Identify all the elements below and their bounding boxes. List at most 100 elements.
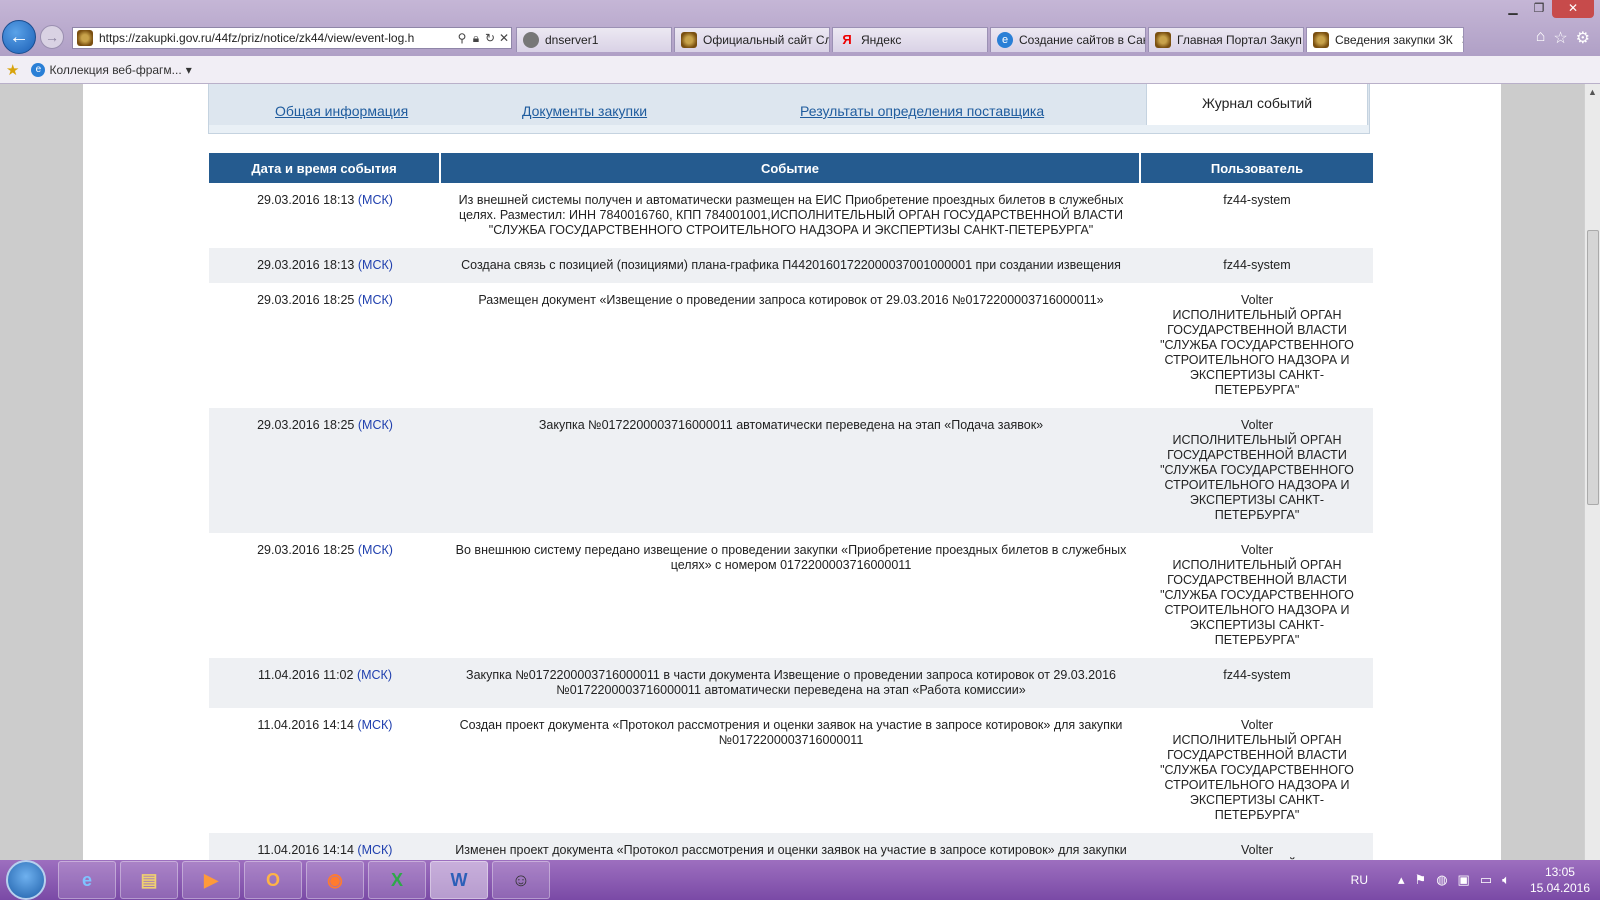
tray-expand-icon[interactable]: ▴ — [1398, 872, 1405, 888]
event-date: 29.03.2016 18:25 (МСК) — [209, 293, 441, 398]
event-log-table: Дата и время события Событие Пользовател… — [209, 153, 1373, 860]
tab-yandex[interactable]: Я Яндекс — [832, 27, 988, 52]
event-user: Volter ИСПОЛНИТЕЛЬНЫЙ ОРГАН ГОСУДАРСТВЕН… — [1160, 293, 1354, 397]
tab-label: dnserver1 — [545, 33, 599, 47]
browser-tabs: dnserver1 Официальный сайт Сл... Я Яндекс… — [516, 27, 1466, 52]
tab-documents[interactable]: Документы закупки — [522, 103, 647, 119]
favorites-bar: ★ e Коллекция веб-фрагм... ▾ — [0, 56, 1600, 84]
event-text: Создана связь с позицией (позициями) пла… — [461, 258, 1121, 272]
forward-arrow-icon[interactable]: → — [40, 25, 64, 49]
event-user: fz44-system — [1223, 193, 1291, 207]
tab-official-site[interactable]: Официальный сайт Сл... — [674, 27, 830, 52]
header-event: Событие — [441, 153, 1141, 183]
event-date-text: 29.03.2016 18:25 — [257, 418, 355, 432]
web-slice-gallery[interactable]: e Коллекция веб-фрагм... ▾ — [27, 62, 192, 77]
event-date-text: 29.03.2016 18:13 — [257, 258, 355, 272]
tab-label: Яндекс — [861, 33, 902, 47]
scroll-up-icon[interactable]: ▲ — [1585, 84, 1600, 100]
ie-icon: e — [997, 32, 1013, 48]
favorites-star-icon[interactable]: ★ — [6, 61, 19, 79]
server-icon — [523, 32, 539, 48]
back-arrow-icon[interactable]: ← — [2, 20, 36, 54]
event-date: 11.04.2016 14:14 (МСК) — [209, 843, 441, 860]
clock[interactable]: 13:05 15.04.2016 — [1530, 864, 1590, 896]
network-icon[interactable]: ▭ — [1480, 872, 1492, 888]
timezone-link[interactable]: (МСК) — [358, 258, 393, 272]
table-body: 29.03.2016 18:13 (МСК) Из внешней системы… — [209, 183, 1373, 860]
event-user: Volter ИСПОЛНИТЕЛЬНЫЙ ОРГАН ГОСУДАРСТВЕН… — [1160, 543, 1354, 647]
app-taskbar-icon[interactable]: ☺ — [492, 861, 550, 899]
stop-icon[interactable]: ✕ — [497, 31, 511, 45]
start-button[interactable] — [6, 860, 46, 900]
timezone-link[interactable]: (МСК) — [357, 668, 392, 682]
folder-taskbar-icon[interactable]: ▤ — [120, 861, 178, 899]
event-text: Размещен документ «Извещение о проведени… — [478, 293, 1104, 307]
home-icon[interactable]: ⌂ — [1536, 28, 1546, 48]
crest-icon — [1155, 32, 1171, 48]
favorites-item-label: Коллекция веб-фрагм... — [49, 62, 182, 77]
event-date: 29.03.2016 18:25 (МСК) — [209, 543, 441, 648]
vertical-scrollbar[interactable]: ▲ — [1584, 84, 1600, 860]
volume-icon[interactable]: 🔈︎ — [1502, 872, 1510, 888]
maximize-icon[interactable]: ❐ — [1526, 0, 1552, 18]
outlook-taskbar-icon[interactable]: O — [244, 861, 302, 899]
minimize-icon[interactable]: ▁ — [1500, 0, 1526, 18]
tab-event-log[interactable]: Журнал событий — [1146, 84, 1368, 126]
event-date-text: 11.04.2016 14:14 — [257, 843, 354, 857]
language-indicator[interactable]: RU — [1351, 873, 1368, 887]
system-tray: RU ▴ ⚑ ◍ ▣ ▭ 🔈︎ 13:05 15.04.2016 — [1351, 860, 1590, 900]
tray-device-icon[interactable]: ▣ — [1458, 872, 1470, 888]
close-tab-icon[interactable]: ✕ — [1461, 33, 1463, 47]
table-row: 29.03.2016 18:13 (МСК) Создана связь с по… — [209, 248, 1373, 283]
event-user: fz44-system — [1223, 258, 1291, 272]
excel-taskbar-icon[interactable]: X — [368, 861, 426, 899]
clock-time: 13:05 — [1544, 865, 1575, 879]
event-user: Volter ИСПОЛНИТЕЛЬНЫЙ ОРГАН ГОСУДАРСТВЕН… — [1160, 418, 1354, 522]
tab-site-creation[interactable]: e Создание сайтов в Сан... — [990, 27, 1146, 52]
lock-icon[interactable]: 🔒︎ — [469, 31, 483, 46]
event-text: Из внешней системы получен и автоматичес… — [458, 193, 1124, 237]
header-date: Дата и время события — [209, 153, 441, 183]
close-window-icon[interactable]: ✕ — [1552, 0, 1594, 18]
event-user: fz44-system — [1223, 668, 1291, 682]
timezone-link[interactable]: (МСК) — [358, 418, 393, 432]
address-bar[interactable]: https://zakupki.gov.ru/44fz/priz/notice/… — [72, 27, 512, 49]
favorites-star-icon[interactable]: ☆ — [1553, 28, 1567, 48]
tray-app-icon[interactable]: ◍ — [1436, 872, 1447, 888]
word-taskbar-icon[interactable]: W — [430, 861, 488, 899]
tab-general-info[interactable]: Общая информация — [275, 103, 408, 119]
tab-dnserver[interactable]: dnserver1 — [516, 27, 672, 52]
window-controls: ▁ ❐ ✕ — [1500, 0, 1594, 18]
gear-icon[interactable]: ⚙ — [1576, 28, 1590, 48]
search-icon[interactable]: ⚲ — [455, 31, 469, 45]
event-date: 11.04.2016 14:14 (МСК) — [209, 718, 441, 823]
timezone-link[interactable]: (МСК) — [358, 543, 393, 557]
event-date-text: 29.03.2016 18:25 — [257, 293, 355, 307]
url-text[interactable]: https://zakupki.gov.ru/44fz/priz/notice/… — [99, 31, 455, 45]
table-row: 11.04.2016 14:14 (МСК) Создан проект доку… — [209, 708, 1373, 833]
flag-icon[interactable]: ⚑ — [1415, 872, 1427, 888]
scrollbar-thumb[interactable] — [1587, 230, 1599, 505]
ie-taskbar-icon[interactable]: e — [58, 861, 116, 899]
table-row: 11.04.2016 11:02 (МСК) Закупка №017220000… — [209, 658, 1373, 708]
header-user: Пользователь — [1210, 160, 1304, 176]
table-row: 29.03.2016 18:25 (МСК) Во внешнюю систему… — [209, 533, 1373, 658]
timezone-link[interactable]: (МСК) — [357, 843, 392, 857]
event-text: Создан проект документа «Протокол рассмо… — [459, 718, 1123, 747]
firefox-taskbar-icon[interactable]: ◉ — [306, 861, 364, 899]
nav-buttons: ← → — [2, 20, 68, 54]
procurement-tabs: Общая информация Документы закупки Резул… — [208, 84, 1370, 134]
page-content: Общая информация Документы закупки Резул… — [83, 84, 1501, 860]
event-date-text: 29.03.2016 18:13 — [257, 193, 355, 207]
timezone-link[interactable]: (МСК) — [358, 193, 393, 207]
chevron-down-icon[interactable]: ▾ — [186, 63, 192, 77]
tab-procurement-info[interactable]: Сведения закупки ЗК ✕ — [1306, 27, 1464, 52]
refresh-icon[interactable]: ↻ — [483, 31, 497, 45]
timezone-link[interactable]: (МСК) — [358, 293, 393, 307]
tabs-divider — [209, 125, 1369, 133]
media-player-taskbar-icon[interactable]: ▶ — [182, 861, 240, 899]
clock-date: 15.04.2016 — [1529, 881, 1590, 895]
tab-results[interactable]: Результаты определения поставщика — [800, 103, 1044, 119]
timezone-link[interactable]: (МСК) — [357, 718, 392, 732]
tab-main-portal[interactable]: Главная Портал Закуп... — [1148, 27, 1304, 52]
